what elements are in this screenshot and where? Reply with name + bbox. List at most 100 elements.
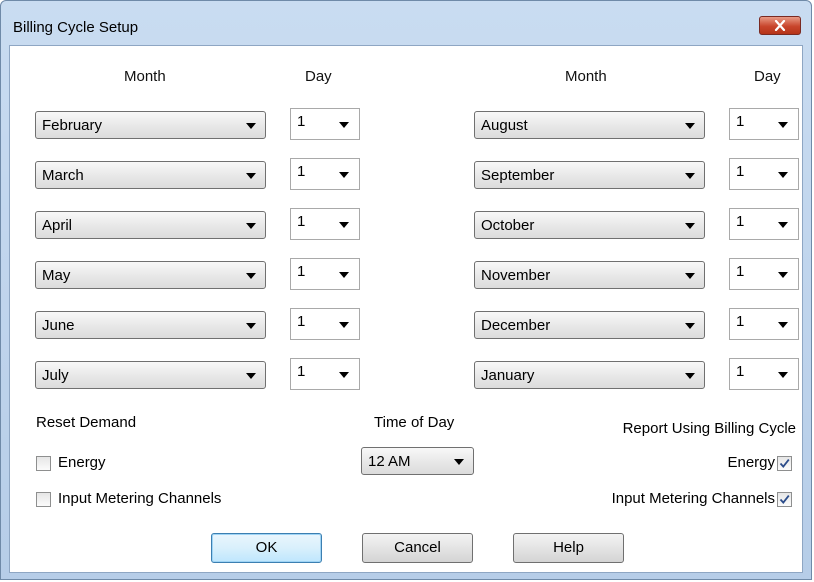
left-day-dropdown[interactable]: 1 [290,358,360,390]
day-value: 1 [297,163,306,180]
day-value: 1 [736,363,745,380]
right-month-dropdown[interactable]: December [474,311,705,339]
reset-demand-label: Reset Demand [36,414,137,431]
chevron-down-icon [778,272,788,278]
month-header-right: Month [565,68,607,85]
day-value: 1 [736,313,745,330]
day-value: 1 [736,213,745,230]
chevron-down-icon [685,223,695,229]
right-month-dropdown[interactable]: November [474,261,705,289]
chevron-down-icon [246,173,256,179]
chevron-down-icon [778,122,788,128]
time-of-day-value: 12 AM [368,453,411,470]
day-value: 1 [736,113,745,130]
month-value: August [481,117,528,134]
chevron-down-icon [685,323,695,329]
check-icon [779,459,790,468]
left-month-dropdown[interactable]: July [35,361,266,389]
chevron-down-icon [778,172,788,178]
check-icon [779,495,790,504]
chevron-down-icon [454,459,464,465]
ok-button[interactable]: OK [211,533,322,563]
right-month-dropdown[interactable]: January [474,361,705,389]
month-value: February [42,117,103,134]
billing-cycle-dialog: Billing Cycle Setup Month Day Month Day … [0,0,812,580]
reset-energy-label: Energy [58,454,106,471]
day-value: 1 [297,113,306,130]
right-day-dropdown[interactable]: 1 [729,358,799,390]
reset-energy-checkbox[interactable] [36,456,51,471]
month-header-left: Month [124,68,166,85]
month-value: January [481,367,535,384]
day-value: 1 [297,363,306,380]
chevron-down-icon [685,173,695,179]
right-day-dropdown[interactable]: 1 [729,308,799,340]
right-day-dropdown[interactable]: 1 [729,158,799,190]
chevron-down-icon [339,322,349,328]
report-energy-checkbox[interactable] [777,456,792,471]
report-input-channels-label: Input Metering Channels [611,490,775,507]
day-header-right: Day [754,68,781,85]
day-value: 1 [297,263,306,280]
chevron-down-icon [246,323,256,329]
left-day-dropdown[interactable]: 1 [290,158,360,190]
day-value: 1 [736,163,745,180]
help-button[interactable]: Help [513,533,624,563]
right-day-dropdown[interactable]: 1 [729,208,799,240]
chevron-down-icon [246,223,256,229]
chevron-down-icon [339,222,349,228]
chevron-down-icon [778,372,788,378]
month-value: May [42,267,71,284]
right-month-dropdown[interactable]: September [474,161,705,189]
chevron-down-icon [339,122,349,128]
day-value: 1 [297,313,306,330]
left-month-dropdown[interactable]: February [35,111,266,139]
month-value: September [481,167,555,184]
chevron-down-icon [339,172,349,178]
chevron-down-icon [685,273,695,279]
window-title: Billing Cycle Setup [13,19,139,36]
month-value: November [481,267,551,284]
left-month-dropdown[interactable]: June [35,311,266,339]
right-month-dropdown[interactable]: August [474,111,705,139]
left-month-dropdown[interactable]: March [35,161,266,189]
chevron-down-icon [685,373,695,379]
day-value: 1 [736,263,745,280]
left-day-dropdown[interactable]: 1 [290,308,360,340]
day-header-left: Day [305,68,332,85]
left-month-dropdown[interactable]: May [35,261,266,289]
report-input-channels-checkbox[interactable] [777,492,792,507]
chevron-down-icon [685,123,695,129]
close-icon [774,20,786,31]
chevron-down-icon [246,373,256,379]
chevron-down-icon [246,273,256,279]
day-value: 1 [297,213,306,230]
month-value: April [42,217,73,234]
right-day-dropdown[interactable]: 1 [729,258,799,290]
month-value: December [481,317,551,334]
cancel-button[interactable]: Cancel [362,533,473,563]
title-bar[interactable]: Billing Cycle Setup [1,1,811,45]
month-value: March [42,167,84,184]
chevron-down-icon [246,123,256,129]
time-of-day-label: Time of Day [374,414,455,431]
dialog-body: Month Day Month Day February 1 March 1 April… [9,45,803,573]
report-energy-label: Energy [727,454,775,471]
reset-input-channels-checkbox[interactable] [36,492,51,507]
report-billing-cycle-label: Report Using Billing Cycle [622,420,796,437]
right-day-dropdown[interactable]: 1 [729,108,799,140]
left-month-dropdown[interactable]: April [35,211,266,239]
chevron-down-icon [778,322,788,328]
right-month-dropdown[interactable]: October [474,211,705,239]
left-day-dropdown[interactable]: 1 [290,108,360,140]
close-button[interactable] [759,16,801,35]
month-value: July [42,367,69,384]
time-of-day-dropdown[interactable]: 12 AM [361,447,474,475]
left-day-dropdown[interactable]: 1 [290,208,360,240]
month-value: June [42,317,75,334]
chevron-down-icon [339,272,349,278]
chevron-down-icon [339,372,349,378]
left-day-dropdown[interactable]: 1 [290,258,360,290]
month-value: October [481,217,535,234]
chevron-down-icon [778,222,788,228]
